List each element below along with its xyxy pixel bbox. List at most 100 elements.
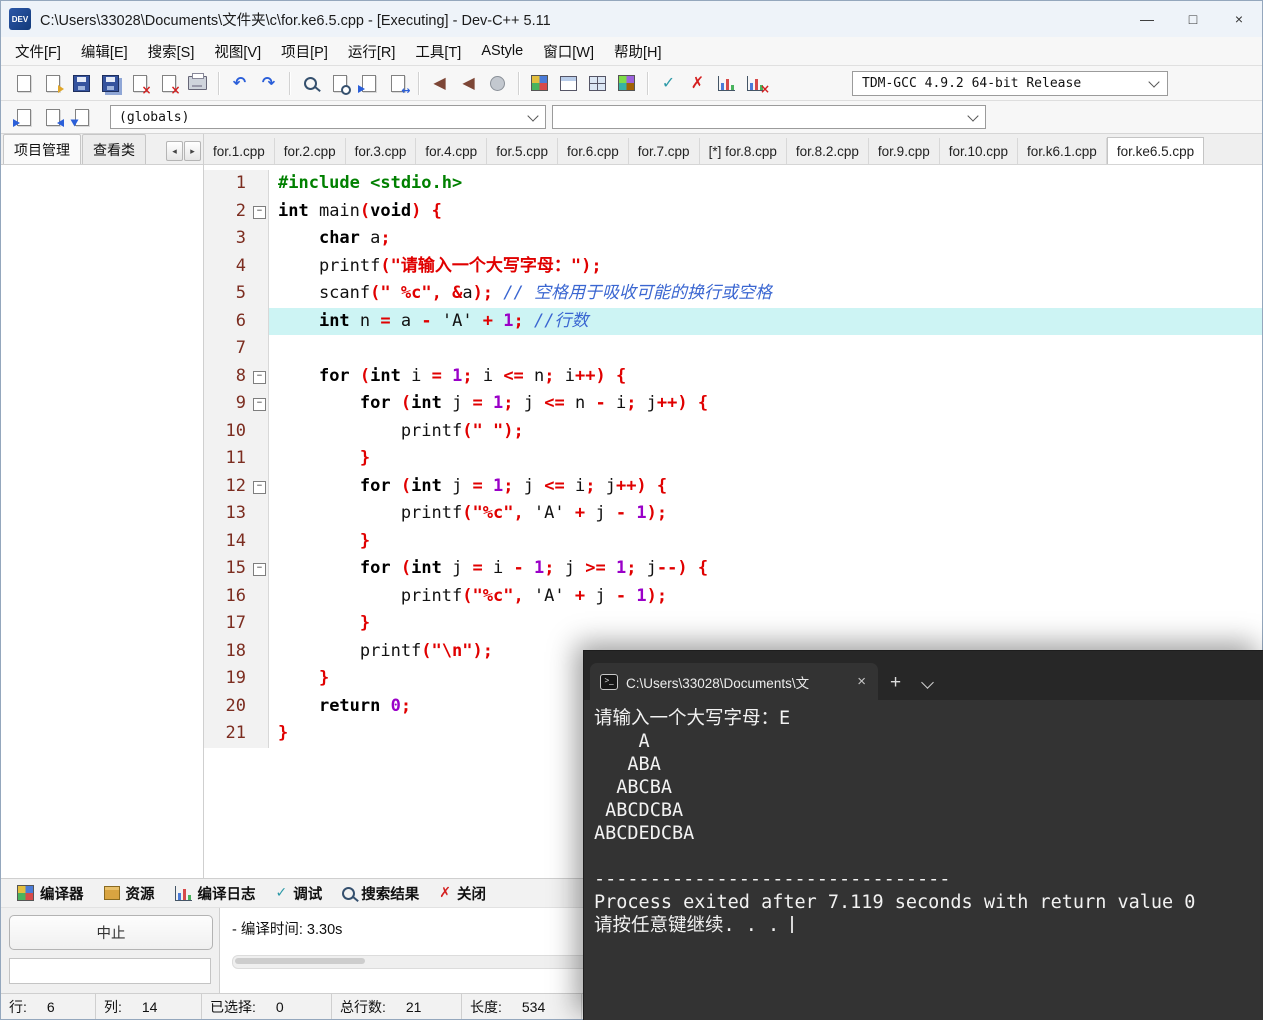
find-button[interactable] xyxy=(296,70,325,97)
line-number[interactable]: 2 xyxy=(204,197,251,225)
left-tab-class-viewer[interactable]: 查看类 xyxy=(82,134,146,164)
doc-tab[interactable]: for.9.cpp xyxy=(869,138,940,164)
abort-button[interactable]: 中止 xyxy=(9,915,213,950)
doc-tab[interactable]: for.2.cpp xyxy=(275,138,346,164)
delete-profile-button[interactable] xyxy=(741,70,770,97)
menu-search[interactable]: 搜索[S] xyxy=(138,37,205,66)
nav-goto-button[interactable] xyxy=(67,104,96,131)
line-number[interactable]: 3 xyxy=(204,225,251,253)
abort-compile-button[interactable]: ✗ xyxy=(683,70,712,97)
code-line-7[interactable]: 7 xyxy=(204,335,1262,363)
menu-project[interactable]: 项目[P] xyxy=(271,37,338,66)
tab-dropdown-button[interactable] xyxy=(913,675,942,700)
line-number[interactable]: 20 xyxy=(204,692,251,720)
compile-button[interactable]: ◀ xyxy=(425,70,454,97)
save-button[interactable] xyxy=(67,70,96,97)
fold-toggle-icon[interactable]: − xyxy=(253,480,266,494)
profile-button[interactable] xyxy=(483,70,512,97)
code-line-12[interactable]: 12− for (int j = 1; j <= i; j++) { xyxy=(204,472,1262,500)
code-line-17[interactable]: 17 } xyxy=(204,610,1262,638)
redo-button[interactable]: ↷ xyxy=(254,70,283,97)
new-file-button[interactable] xyxy=(9,70,38,97)
line-number[interactable]: 19 xyxy=(204,665,251,693)
line-number[interactable]: 13 xyxy=(204,500,251,528)
bottom-tab-debug[interactable]: ✓ 调试 xyxy=(266,880,333,907)
doc-tab[interactable]: for.ke6.5.cpp xyxy=(1106,137,1205,164)
menu-file[interactable]: 文件[F] xyxy=(5,37,71,66)
run-button[interactable]: ◀ xyxy=(454,70,483,97)
doc-tab[interactable]: for.8.2.cpp xyxy=(787,138,869,164)
line-number[interactable]: 7 xyxy=(204,335,251,363)
project-manager-panel[interactable] xyxy=(1,165,203,878)
doc-tab[interactable]: for.10.cpp xyxy=(940,138,1019,164)
code-line-5[interactable]: 5 scanf(" %c", &a); // 空格用于吸收可能的换行或空格 xyxy=(204,280,1262,308)
line-number[interactable]: 16 xyxy=(204,582,251,610)
line-number[interactable]: 5 xyxy=(204,280,251,308)
menu-window[interactable]: 窗口[W] xyxy=(533,37,604,66)
code-line-14[interactable]: 14 } xyxy=(204,527,1262,555)
save-all-button[interactable] xyxy=(96,70,125,97)
console-tab-close-icon[interactable]: × xyxy=(853,673,870,690)
bottom-tab-compiler[interactable]: 编译器 xyxy=(7,880,94,907)
goto-line-button[interactable] xyxy=(354,70,383,97)
project-options-button[interactable] xyxy=(612,70,641,97)
code-line-16[interactable]: 16 printf("%c", 'A' + j - 1); xyxy=(204,582,1262,610)
code-line-15[interactable]: 15− for (int j = i - 1; j >= 1; j--) { xyxy=(204,555,1262,583)
bottom-tab-resources[interactable]: 资源 xyxy=(94,880,165,907)
bottom-tab-compile-log[interactable]: 编译日志 xyxy=(165,880,266,907)
bottom-tab-search-results[interactable]: 搜索结果 xyxy=(332,880,429,907)
line-number[interactable]: 8 xyxy=(204,362,251,390)
line-number[interactable]: 4 xyxy=(204,252,251,280)
print-button[interactable] xyxy=(183,70,212,97)
new-tab-button[interactable]: + xyxy=(878,672,913,700)
maximize-button[interactable]: □ xyxy=(1170,1,1216,37)
replace-button[interactable] xyxy=(383,70,412,97)
line-number[interactable]: 11 xyxy=(204,445,251,473)
line-number[interactable]: 1 xyxy=(204,170,251,198)
code-line-13[interactable]: 13 printf("%c", 'A' + j - 1); xyxy=(204,500,1262,528)
globals-select[interactable]: (globals) xyxy=(110,105,546,129)
line-number[interactable]: 10 xyxy=(204,417,251,445)
code-line-3[interactable]: 3 char a; xyxy=(204,225,1262,253)
line-number[interactable]: 21 xyxy=(204,720,251,748)
close-button[interactable]: × xyxy=(1216,1,1262,37)
doc-tab[interactable]: for.6.cpp xyxy=(558,138,629,164)
doc-tab[interactable]: [*] for.8.cpp xyxy=(700,138,787,164)
doc-tab[interactable]: for.4.cpp xyxy=(416,138,488,164)
menu-view[interactable]: 视图[V] xyxy=(204,37,271,66)
close-file-button[interactable] xyxy=(125,70,154,97)
compiler-select[interactable]: TDM-GCC 4.9.2 64-bit Release xyxy=(852,70,1168,96)
open-file-button[interactable] xyxy=(38,70,67,97)
doc-tab[interactable]: for.5.cpp xyxy=(487,138,558,164)
fold-toggle-icon[interactable]: − xyxy=(253,205,266,219)
line-number[interactable]: 17 xyxy=(204,610,251,638)
line-number[interactable]: 15 xyxy=(204,555,251,583)
window-layout-button[interactable] xyxy=(554,70,583,97)
members-select[interactable] xyxy=(552,105,986,129)
left-tab-project-manager[interactable]: 项目管理 xyxy=(3,134,81,164)
menu-help[interactable]: 帮助[H] xyxy=(604,37,672,66)
code-line-9[interactable]: 9− for (int j = 1; j <= n - i; j++) { xyxy=(204,390,1262,418)
console-body[interactable]: 请输入一个大写字母：E A ABA ABCBA ABCDCBA ABCDEDCBA… xyxy=(584,700,1263,1020)
menu-astyle[interactable]: AStyle xyxy=(471,39,533,63)
find-in-files-button[interactable] xyxy=(325,70,354,97)
line-number[interactable]: 14 xyxy=(204,527,251,555)
split-view-button[interactable] xyxy=(583,70,612,97)
syntax-check-button[interactable]: ✓ xyxy=(654,70,683,97)
code-line-1[interactable]: 1 #include <stdio.h> xyxy=(204,170,1262,198)
code-line-11[interactable]: 11 } xyxy=(204,445,1262,473)
code-line-6[interactable]: 6 int n = a - 'A' + 1; //行数 xyxy=(204,307,1262,335)
code-line-8[interactable]: 8− for (int i = 1; i <= n; i++) { xyxy=(204,362,1262,390)
tab-scroll-right-button[interactable]: ▸ xyxy=(184,141,201,161)
fold-toggle-icon[interactable]: − xyxy=(253,398,266,411)
doc-tab[interactable]: for.1.cpp xyxy=(204,138,275,164)
code-line-2[interactable]: 2− int main(void) { xyxy=(204,197,1262,225)
line-number[interactable]: 18 xyxy=(204,637,251,665)
horizontal-scrollbar[interactable] xyxy=(232,955,604,969)
console-tab[interactable]: >_ C:\Users\33028\Documents\文 × xyxy=(590,663,878,700)
menu-execute[interactable]: 运行[R] xyxy=(338,37,406,66)
doc-tab[interactable]: for.7.cpp xyxy=(629,138,700,164)
bottom-tab-close[interactable]: ✗ 关闭 xyxy=(429,880,496,907)
code-line-4[interactable]: 4 printf("请输入一个大写字母："); xyxy=(204,252,1262,280)
menu-edit[interactable]: 编辑[E] xyxy=(71,37,138,66)
